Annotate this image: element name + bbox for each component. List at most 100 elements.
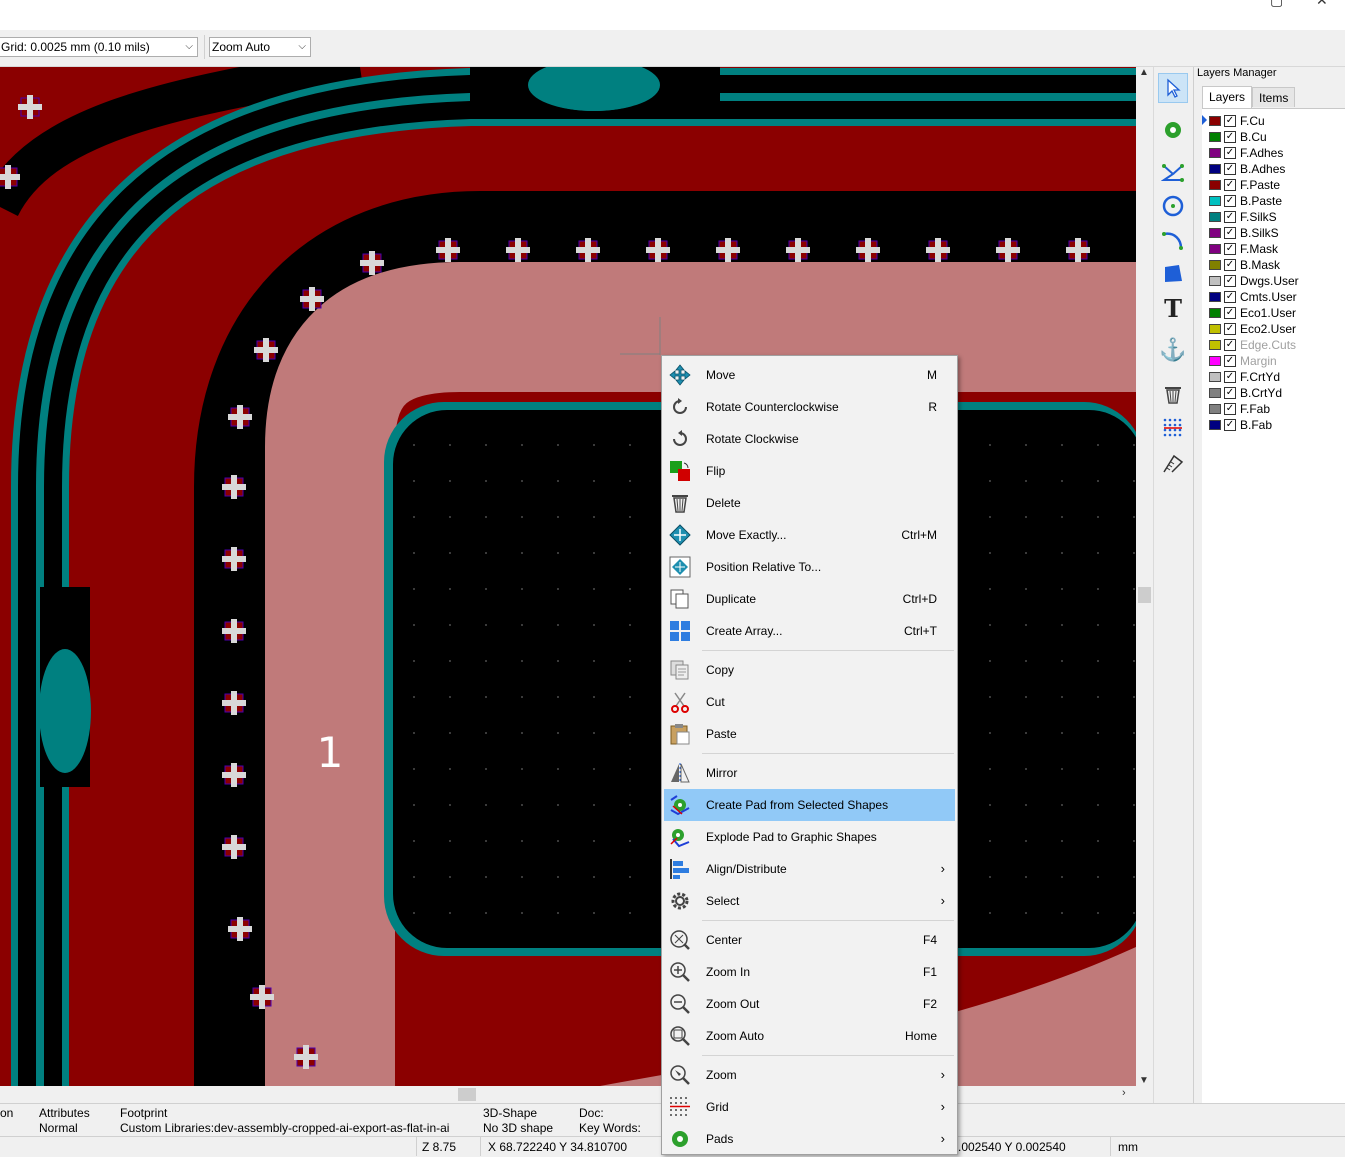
layer-visibility-checkbox[interactable]: ✓ bbox=[1224, 275, 1236, 287]
close-button[interactable]: ✕ bbox=[1316, 0, 1328, 9]
layer-row-edge-cuts[interactable]: ✓ Edge.Cuts bbox=[1202, 337, 1342, 353]
pad-icon[interactable] bbox=[1158, 115, 1188, 145]
select-arrow-icon[interactable] bbox=[1158, 73, 1188, 103]
menu-item-rotate-counterclockwise[interactable]: Rotate Counterclockwise R bbox=[664, 391, 955, 423]
layer-visibility-checkbox[interactable]: ✓ bbox=[1224, 355, 1236, 367]
layer-color-swatch[interactable] bbox=[1209, 308, 1221, 318]
layer-color-swatch[interactable] bbox=[1209, 356, 1221, 366]
layer-row-f-silks[interactable]: ✓ F.SilkS bbox=[1202, 209, 1342, 225]
menu-item-grid[interactable]: Grid › bbox=[664, 1091, 955, 1123]
layer-visibility-checkbox[interactable]: ✓ bbox=[1224, 211, 1236, 223]
layer-row-b-paste[interactable]: ✓ B.Paste bbox=[1202, 193, 1342, 209]
layer-row-f-crtyd[interactable]: ✓ F.CrtYd bbox=[1202, 369, 1342, 385]
tab-layers[interactable]: Layers bbox=[1202, 86, 1253, 108]
layer-color-swatch[interactable] bbox=[1209, 148, 1221, 158]
horizontal-scrollbar[interactable]: › bbox=[0, 1086, 1136, 1103]
layer-color-swatch[interactable] bbox=[1209, 420, 1221, 430]
layer-color-swatch[interactable] bbox=[1209, 180, 1221, 190]
layer-visibility-checkbox[interactable]: ✓ bbox=[1224, 179, 1236, 191]
grid-select[interactable]: Grid: 0.0025 mm (0.10 mils) ⌵ bbox=[0, 37, 198, 57]
zoom-select[interactable]: Zoom Auto ⌵ bbox=[209, 37, 311, 57]
horizontal-scroll-thumb[interactable] bbox=[458, 1088, 476, 1101]
layer-row-f-paste[interactable]: ✓ F.Paste bbox=[1202, 177, 1342, 193]
layer-visibility-checkbox[interactable]: ✓ bbox=[1224, 243, 1236, 255]
layer-visibility-checkbox[interactable]: ✓ bbox=[1224, 131, 1236, 143]
menu-item-zoom-auto[interactable]: Zoom Auto Home bbox=[664, 1020, 955, 1052]
layer-row-f-fab[interactable]: ✓ F.Fab bbox=[1202, 401, 1342, 417]
layer-visibility-checkbox[interactable]: ✓ bbox=[1224, 387, 1236, 399]
layer-visibility-checkbox[interactable]: ✓ bbox=[1224, 291, 1236, 303]
layer-visibility-checkbox[interactable]: ✓ bbox=[1224, 163, 1236, 175]
layer-color-swatch[interactable] bbox=[1209, 244, 1221, 254]
layer-color-swatch[interactable] bbox=[1209, 324, 1221, 334]
layer-row-b-crtyd[interactable]: ✓ B.CrtYd bbox=[1202, 385, 1342, 401]
layer-color-swatch[interactable] bbox=[1209, 388, 1221, 398]
layer-row-eco1-user[interactable]: ✓ Eco1.User bbox=[1202, 305, 1342, 321]
layer-color-swatch[interactable] bbox=[1209, 212, 1221, 222]
layer-color-swatch[interactable] bbox=[1209, 196, 1221, 206]
layer-visibility-checkbox[interactable]: ✓ bbox=[1224, 307, 1236, 319]
layer-color-swatch[interactable] bbox=[1209, 132, 1221, 142]
menu-item-delete[interactable]: Delete bbox=[664, 487, 955, 519]
layer-color-swatch[interactable] bbox=[1209, 260, 1221, 270]
measure-icon[interactable] bbox=[1158, 449, 1188, 479]
circle-icon[interactable] bbox=[1158, 191, 1188, 221]
menu-item-mirror[interactable]: Mirror bbox=[664, 757, 955, 789]
menu-item-copy[interactable]: Copy bbox=[664, 654, 955, 686]
layer-row-eco2-user[interactable]: ✓ Eco2.User bbox=[1202, 321, 1342, 337]
scroll-down-icon[interactable]: ▼ bbox=[1139, 1075, 1149, 1086]
menu-item-rotate-clockwise[interactable]: Rotate Clockwise bbox=[664, 423, 955, 455]
layer-row-cmts-user[interactable]: ✓ Cmts.User bbox=[1202, 289, 1342, 305]
menu-item-create-pad-from-selected-shapes[interactable]: Create Pad from Selected Shapes bbox=[664, 789, 955, 821]
layer-color-swatch[interactable] bbox=[1209, 372, 1221, 382]
menu-item-select[interactable]: Select › bbox=[664, 885, 955, 917]
menu-item-pads[interactable]: Pads › bbox=[664, 1123, 955, 1155]
layer-visibility-checkbox[interactable]: ✓ bbox=[1224, 195, 1236, 207]
arc-icon[interactable] bbox=[1158, 225, 1188, 255]
layer-row-f-mask[interactable]: ✓ F.Mask bbox=[1202, 241, 1342, 257]
menu-item-explode-pad-to-graphic-shapes[interactable]: Explode Pad to Graphic Shapes bbox=[664, 821, 955, 853]
menu-item-flip[interactable]: Flip bbox=[664, 455, 955, 487]
layer-color-swatch[interactable] bbox=[1209, 116, 1221, 126]
layer-color-swatch[interactable] bbox=[1209, 164, 1221, 174]
anchor-icon[interactable]: ⚓ bbox=[1158, 335, 1188, 365]
menu-item-align-distribute[interactable]: Align/Distribute › bbox=[664, 853, 955, 885]
menu-item-position-relative-to[interactable]: Position Relative To... bbox=[664, 551, 955, 583]
layer-visibility-checkbox[interactable]: ✓ bbox=[1224, 339, 1236, 351]
text-icon[interactable]: T bbox=[1158, 293, 1188, 323]
layer-color-swatch[interactable] bbox=[1209, 228, 1221, 238]
menu-item-zoom[interactable]: Zoom › bbox=[664, 1059, 955, 1091]
menu-item-duplicate[interactable]: Duplicate Ctrl+D bbox=[664, 583, 955, 615]
layer-visibility-checkbox[interactable]: ✓ bbox=[1224, 115, 1236, 127]
layer-color-swatch[interactable] bbox=[1209, 340, 1221, 350]
layer-color-swatch[interactable] bbox=[1209, 404, 1221, 414]
layer-visibility-checkbox[interactable]: ✓ bbox=[1224, 147, 1236, 159]
layer-visibility-checkbox[interactable]: ✓ bbox=[1224, 323, 1236, 335]
grid-origin-icon[interactable] bbox=[1158, 413, 1188, 443]
layer-visibility-checkbox[interactable]: ✓ bbox=[1224, 259, 1236, 271]
tab-items[interactable]: Items bbox=[1252, 87, 1296, 107]
layer-visibility-checkbox[interactable]: ✓ bbox=[1224, 371, 1236, 383]
menu-item-zoom-in[interactable]: Zoom In F1 bbox=[664, 956, 955, 988]
layer-visibility-checkbox[interactable]: ✓ bbox=[1224, 403, 1236, 415]
layer-color-swatch[interactable] bbox=[1209, 292, 1221, 302]
menu-item-center[interactable]: Center F4 bbox=[664, 924, 955, 956]
layer-row-b-adhes[interactable]: ✓ B.Adhes bbox=[1202, 161, 1342, 177]
polygon-icon[interactable] bbox=[1158, 259, 1188, 289]
menu-item-create-array[interactable]: Create Array... Ctrl+T bbox=[664, 615, 955, 647]
menu-item-move[interactable]: Move M bbox=[664, 359, 955, 391]
scroll-right-icon[interactable]: › bbox=[1122, 1087, 1126, 1099]
menu-item-move-exactly[interactable]: Move Exactly... Ctrl+M bbox=[664, 519, 955, 551]
menu-item-cut[interactable]: Cut bbox=[664, 686, 955, 718]
layer-row-f-cu[interactable]: ✓ F.Cu bbox=[1202, 113, 1342, 129]
maximize-button[interactable]: ▢ bbox=[1270, 0, 1283, 9]
vertical-scrollbar[interactable]: ▲ ▼ bbox=[1136, 67, 1153, 1086]
layer-row-f-adhes[interactable]: ✓ F.Adhes bbox=[1202, 145, 1342, 161]
menu-item-paste[interactable]: Paste bbox=[664, 718, 955, 750]
layer-visibility-checkbox[interactable]: ✓ bbox=[1224, 419, 1236, 431]
delete-icon[interactable] bbox=[1158, 379, 1188, 409]
menu-item-zoom-out[interactable]: Zoom Out F2 bbox=[664, 988, 955, 1020]
layer-row-b-silks[interactable]: ✓ B.SilkS bbox=[1202, 225, 1342, 241]
layer-row-b-fab[interactable]: ✓ B.Fab bbox=[1202, 417, 1342, 433]
layer-row-b-mask[interactable]: ✓ B.Mask bbox=[1202, 257, 1342, 273]
